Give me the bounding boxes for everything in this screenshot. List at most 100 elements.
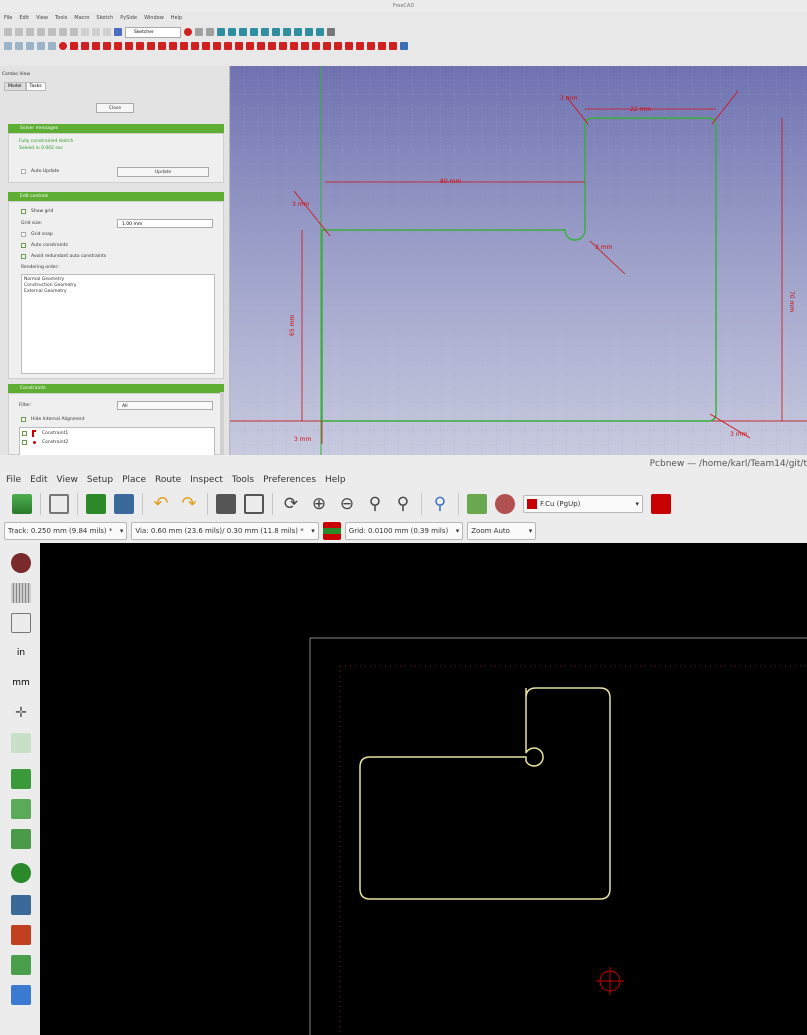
page-settings-icon[interactable] — [49, 494, 69, 514]
zoom-selection-icon[interactable]: ⚲ — [393, 494, 413, 514]
menu-help[interactable]: Help — [325, 475, 346, 485]
new-icon[interactable] — [4, 28, 12, 36]
external-icon[interactable] — [191, 42, 199, 50]
tab-tasks[interactable]: Tasks — [25, 82, 46, 91]
constraint-list[interactable]: Constraint1 Constraint2 — [19, 427, 215, 455]
drc-icon[interactable] — [495, 494, 515, 514]
carbon-copy-icon[interactable] — [202, 42, 210, 50]
workbench-select[interactable]: Sketcher — [125, 26, 181, 38]
sketch-3d-view[interactable]: 22 mm 80 mm 65 mm 70 mm 3 mm 3 mm 3 mm 3… — [230, 66, 807, 455]
slot-icon[interactable] — [158, 42, 166, 50]
open-icon[interactable] — [15, 28, 23, 36]
line-icon[interactable] — [70, 42, 78, 50]
distance-icon[interactable] — [356, 42, 364, 50]
menu-macro[interactable]: Macro — [74, 15, 89, 21]
sketch-canvas[interactable]: 22 mm 80 mm 65 mm 70 mm 3 mm 3 mm 3 mm 3… — [230, 66, 807, 455]
measure-icon[interactable] — [327, 28, 335, 36]
lock-icon[interactable] — [323, 42, 331, 50]
layers-stack-icon[interactable] — [11, 985, 31, 1005]
high-contrast-icon[interactable] — [11, 895, 31, 915]
layers-manager-icon[interactable] — [11, 955, 31, 975]
auto-track-width-icon[interactable] — [322, 522, 341, 540]
polar-coords-icon[interactable] — [11, 613, 31, 633]
trim-icon[interactable] — [180, 42, 188, 50]
cursor-shape-icon[interactable]: ✛ — [11, 703, 31, 723]
radius-icon[interactable] — [367, 42, 375, 50]
panel-scrollbar[interactable] — [220, 392, 224, 455]
point-icon[interactable] — [59, 42, 67, 50]
zoom-select[interactable]: Zoom Auto — [467, 522, 537, 540]
show-grid-checkbox[interactable] — [21, 209, 26, 214]
conic-icon[interactable] — [103, 42, 111, 50]
auto-update-checkbox[interactable] — [21, 169, 26, 174]
view-sketch-icon[interactable] — [26, 42, 34, 50]
view-right-icon[interactable] — [283, 28, 291, 36]
perpendicular-icon[interactable] — [279, 42, 287, 50]
horizontal-icon[interactable] — [257, 42, 265, 50]
vertical-icon[interactable] — [246, 42, 254, 50]
menu-help[interactable]: Help — [171, 15, 182, 21]
constraint-checkbox[interactable] — [22, 431, 27, 436]
bspline-icon[interactable] — [114, 42, 122, 50]
rendering-order-list[interactable]: Normal Geometry Construction Geometry Ex… — [21, 274, 215, 374]
fit-selection-icon[interactable] — [228, 28, 236, 36]
pads-sketch-icon[interactable] — [11, 863, 31, 883]
constraints-header[interactable]: Constraints — [8, 384, 224, 393]
view-top-icon[interactable] — [272, 28, 280, 36]
layer-pair-icon[interactable] — [651, 494, 671, 514]
footprint-editor-icon[interactable] — [86, 494, 106, 514]
menu-tools[interactable]: Tools — [232, 475, 254, 485]
new-sketch-icon[interactable] — [4, 42, 12, 50]
plot-icon[interactable] — [244, 494, 264, 514]
footprint-viewer-icon[interactable] — [114, 494, 134, 514]
menu-window[interactable]: Window — [144, 15, 164, 21]
view-left-icon[interactable] — [316, 28, 324, 36]
mm-units-icon[interactable]: mm — [11, 673, 31, 693]
draw-style-icon[interactable] — [239, 28, 247, 36]
grid-size-input[interactable]: 1.00 mm — [117, 219, 213, 228]
pcb-canvas[interactable] — [40, 543, 807, 1035]
netlist-icon[interactable] — [467, 494, 487, 514]
undo-icon[interactable]: ↶ — [151, 494, 171, 514]
rendering-item[interactable]: External Geometry — [24, 289, 67, 294]
fillet-icon[interactable] — [169, 42, 177, 50]
menu-sketch[interactable]: Sketch — [96, 15, 113, 21]
refresh-icon[interactable] — [103, 28, 111, 36]
update-button[interactable]: Update — [117, 167, 209, 177]
grid-snap-checkbox[interactable] — [21, 232, 26, 237]
cut-icon[interactable] — [48, 28, 56, 36]
print-icon[interactable] — [37, 28, 45, 36]
menu-place[interactable]: Place — [122, 475, 146, 485]
zoom-fit-icon[interactable]: ⚲ — [365, 494, 385, 514]
zoom-out-icon[interactable]: ⊖ — [337, 494, 357, 514]
macros-icon[interactable] — [206, 28, 214, 36]
tracks-sketch-icon[interactable] — [11, 799, 31, 819]
zoom-in-icon[interactable]: ⊕ — [309, 494, 329, 514]
tangent-icon[interactable] — [290, 42, 298, 50]
view-rear-icon[interactable] — [294, 28, 302, 36]
grid-icon[interactable] — [11, 583, 31, 603]
show-zones-icon[interactable] — [11, 769, 31, 789]
paste-icon[interactable] — [70, 28, 78, 36]
track-width-select[interactable]: Track: 0.250 mm (9.84 mils) * — [4, 522, 128, 540]
menu-route[interactable]: Route — [155, 475, 181, 485]
menu-inspect[interactable]: Inspect — [190, 475, 223, 485]
view-iso-icon[interactable] — [250, 28, 258, 36]
construction-icon[interactable] — [213, 42, 221, 50]
whatsthis-icon[interactable] — [114, 28, 122, 36]
filter-select[interactable]: All — [117, 401, 213, 410]
find-icon[interactable]: ⚲ — [430, 494, 450, 514]
reorient-sketch-icon[interactable] — [48, 42, 56, 50]
close-button[interactable]: Close — [96, 103, 134, 113]
constraint-item[interactable]: Constraint2 — [42, 440, 68, 445]
rectangle-icon[interactable] — [136, 42, 144, 50]
constraint-checkbox[interactable] — [22, 440, 27, 445]
menu-edit[interactable]: Edit — [19, 15, 29, 21]
circle-icon[interactable] — [92, 42, 100, 50]
rendering-item[interactable]: Normal Geometry — [24, 277, 64, 282]
polyline-icon[interactable] — [125, 42, 133, 50]
symmetric-icon[interactable] — [312, 42, 320, 50]
view-front-icon[interactable] — [261, 28, 269, 36]
view-bottom-icon[interactable] — [305, 28, 313, 36]
angle-icon[interactable] — [378, 42, 386, 50]
